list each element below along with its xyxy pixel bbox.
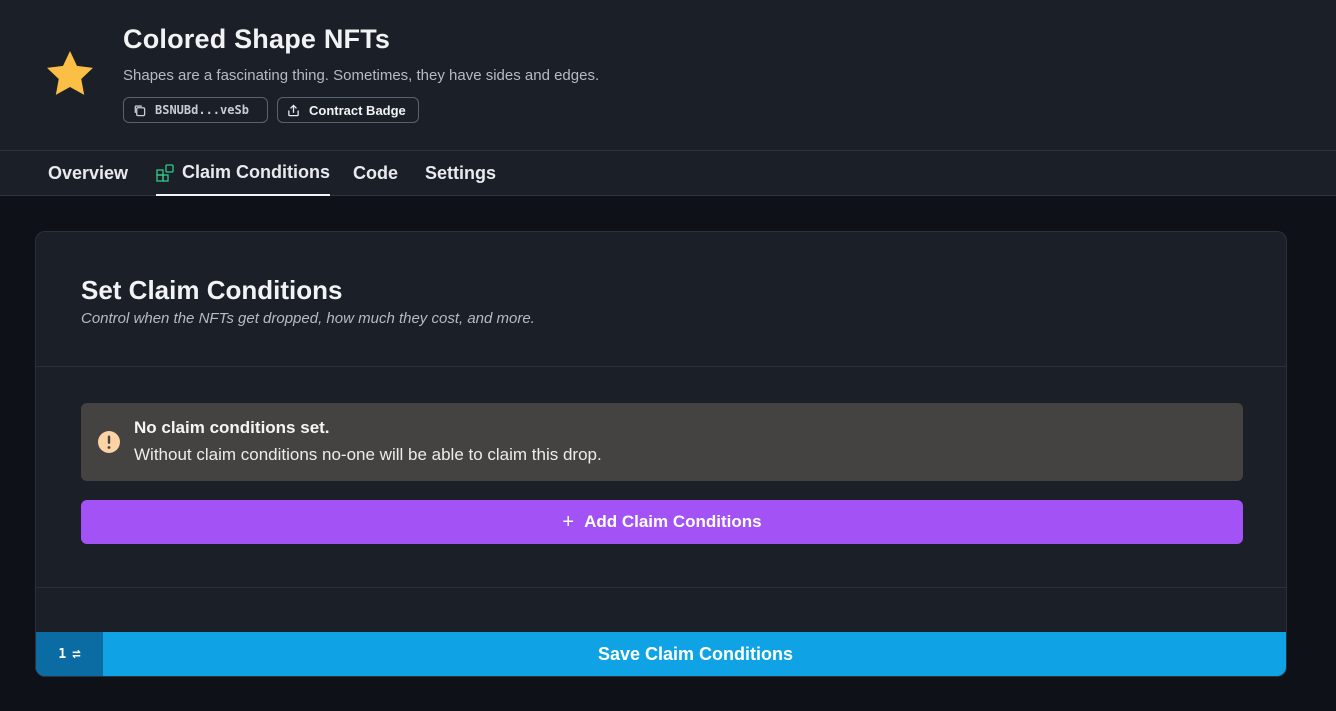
copy-icon	[134, 104, 146, 116]
contract-tabs: Overview Claim Conditions Code Settings	[0, 150, 1336, 196]
add-claim-conditions-button[interactable]: + Add Claim Conditions	[81, 500, 1243, 544]
tab-claim-conditions[interactable]: Claim Conditions	[156, 151, 330, 196]
tab-settings[interactable]: Settings	[425, 151, 496, 196]
contract-description: Shapes are a fascinating thing. Sometime…	[123, 67, 600, 84]
tab-overview[interactable]: Overview	[48, 151, 128, 196]
tab-code[interactable]: Code	[353, 151, 398, 196]
contract-address: BSNUBd...veSb	[155, 103, 249, 117]
card-title: Set Claim Conditions	[81, 275, 343, 305]
claim-conditions-icon	[156, 163, 174, 182]
contract-title: Colored Shape NFTs	[123, 24, 391, 54]
copy-address-button[interactable]: BSNUBd...veSb	[123, 97, 268, 123]
divider	[36, 366, 1286, 367]
contract-badge-label: Contract Badge	[309, 102, 406, 118]
pending-count: 1	[58, 646, 67, 662]
no-conditions-alert: No claim conditions set. Without claim c…	[81, 403, 1243, 481]
claim-conditions-card: Set Claim Conditions Control when the NF…	[35, 231, 1287, 677]
add-claim-conditions-label: Add Claim Conditions	[584, 512, 762, 531]
divider	[36, 587, 1286, 588]
tab-claim-conditions-label: Claim Conditions	[182, 162, 330, 182]
star-icon	[47, 51, 93, 95]
contract-header: Colored Shape NFTs Shapes are a fascinat…	[0, 0, 1336, 150]
save-claim-conditions-label: Save Claim Conditions	[597, 643, 794, 664]
pending-transactions-counter: 1 ⇌	[36, 632, 103, 676]
tab-settings-label: Settings	[425, 163, 497, 183]
share-icon	[288, 103, 299, 116]
plus-icon: +	[562, 511, 575, 533]
alert-message: Without claim conditions no-one will be …	[134, 445, 602, 464]
alert-title: No claim conditions set.	[134, 418, 330, 437]
tab-overview-label: Overview	[48, 163, 129, 183]
warning-icon	[98, 431, 120, 453]
card-description: Control when the NFTs get dropped, how m…	[81, 310, 535, 327]
save-claim-conditions-button[interactable]: Save Claim Conditions	[103, 632, 1286, 676]
tab-code-label: Code	[353, 163, 398, 183]
save-bar: 1 ⇌ Save Claim Conditions	[36, 632, 1286, 676]
contract-badge-button[interactable]: Contract Badge	[277, 97, 419, 123]
swap-arrows-icon: ⇌	[72, 646, 81, 662]
